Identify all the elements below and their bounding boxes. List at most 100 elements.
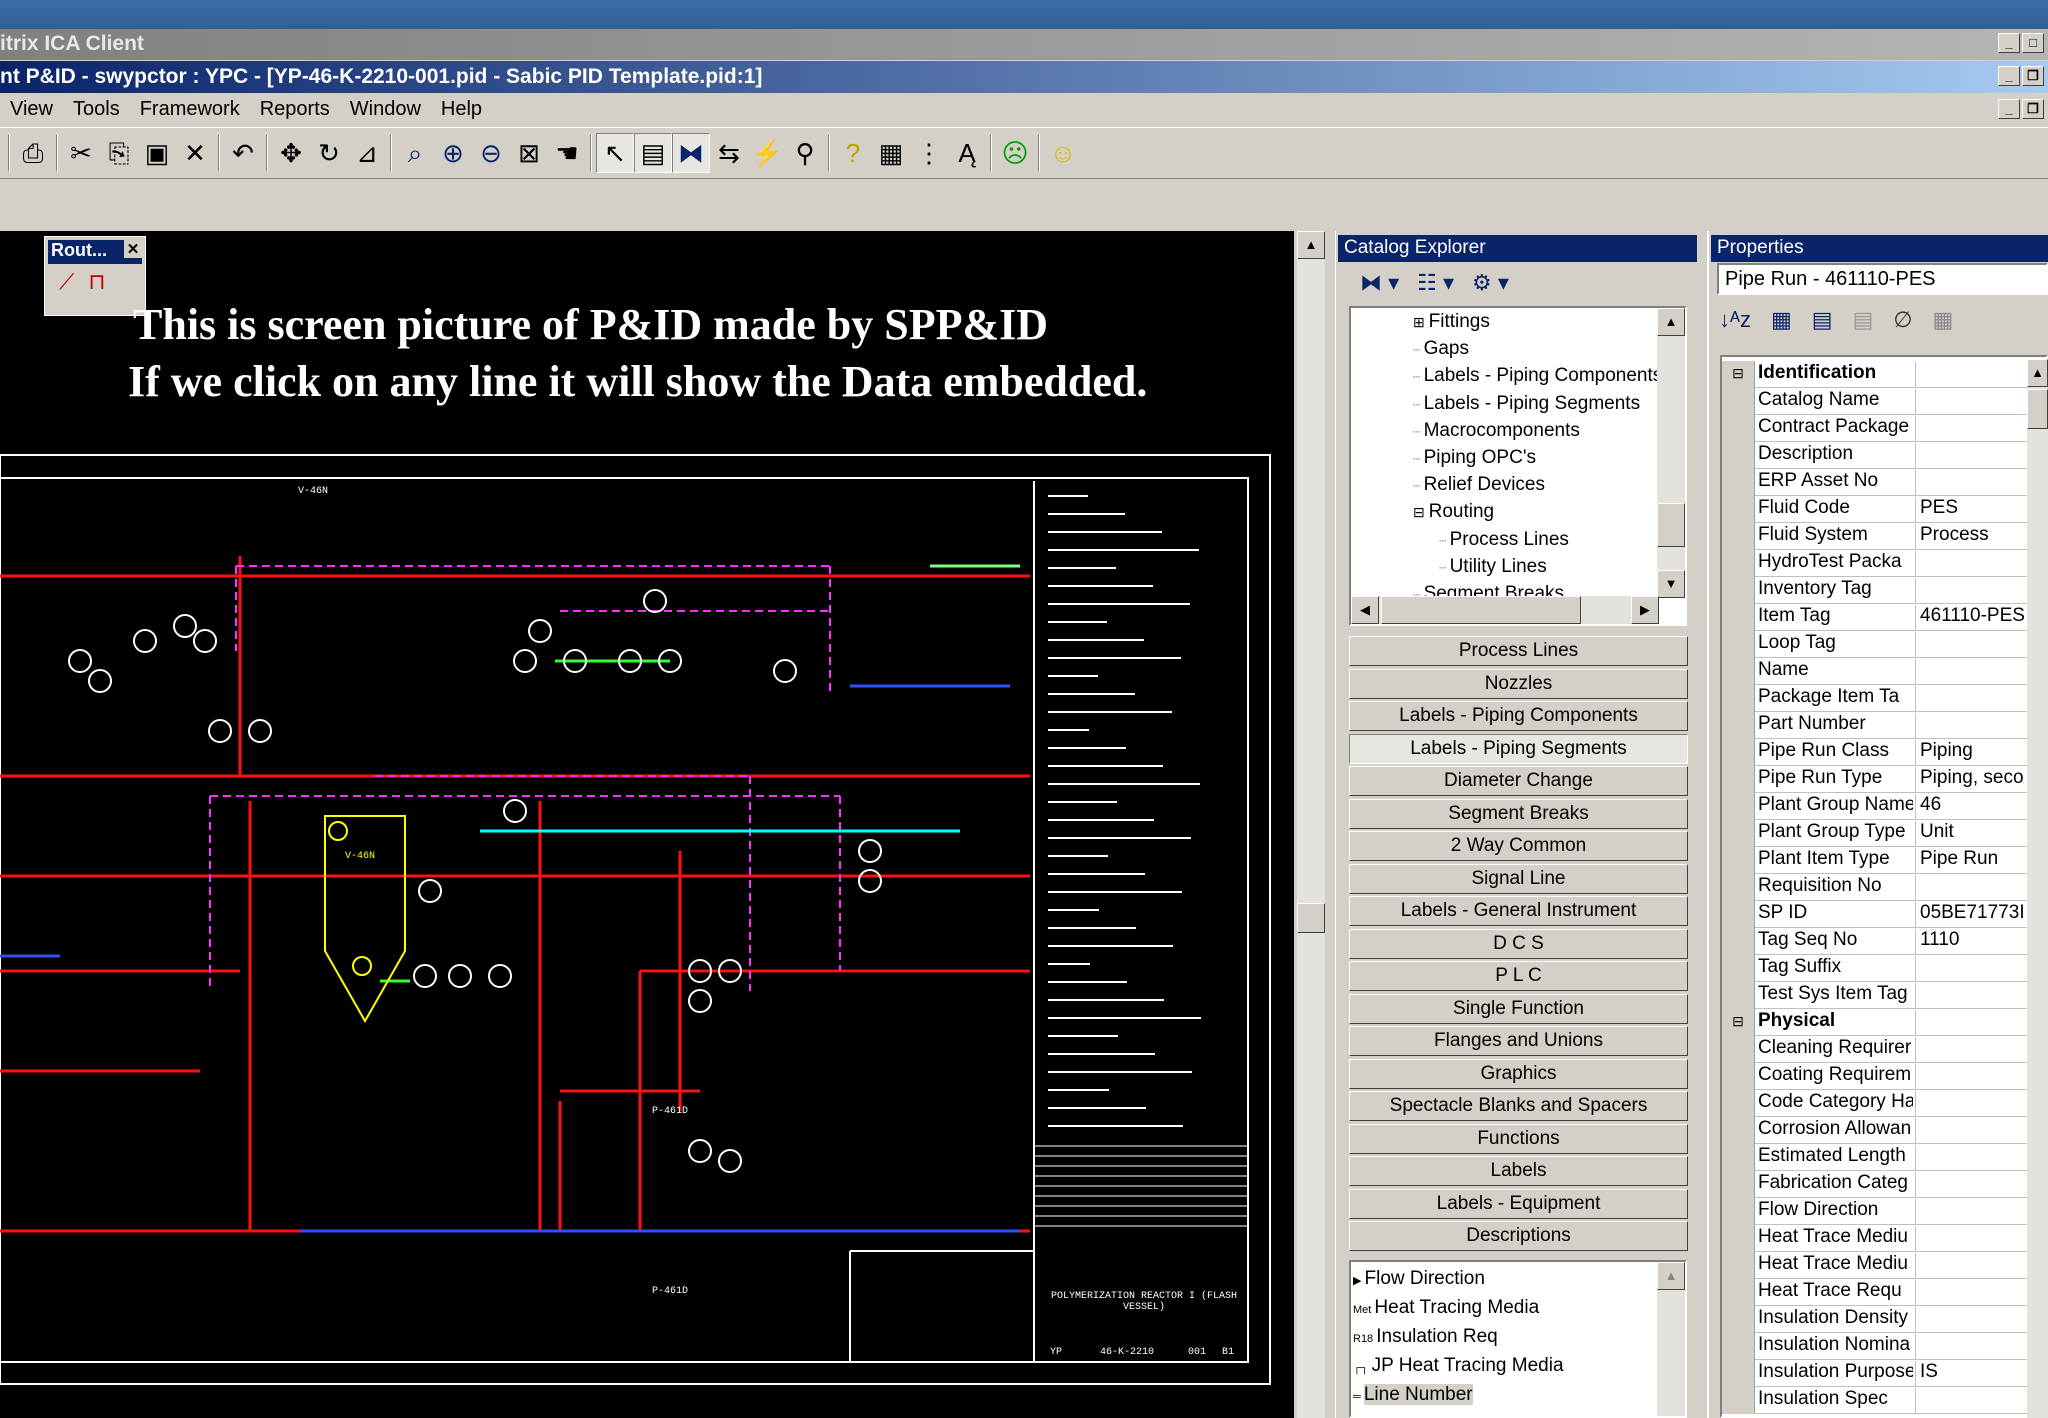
property-row[interactable]: Item Tag461110-PES	[1722, 604, 2027, 631]
list-view-icon[interactable]: ☷ ▾	[1417, 270, 1454, 296]
catalog-button[interactable]: Single Function	[1349, 994, 1688, 1024]
property-row[interactable]: Fluid CodePES	[1722, 496, 2027, 523]
undo-icon[interactable]: ↶	[224, 133, 262, 173]
property-value[interactable]	[1915, 1037, 2027, 1062]
property-row[interactable]: Heat Trace Requ	[1722, 1279, 2027, 1306]
catalog-item[interactable]: ┌┐ JP Heat Tracing Media	[1353, 1355, 1564, 1377]
property-value[interactable]	[1915, 1091, 2027, 1116]
equipment-symbol[interactable]	[249, 720, 271, 742]
property-row[interactable]: Description	[1722, 442, 2027, 469]
tree-item[interactable]: ┄ Labels - Piping Segments	[1413, 393, 1640, 415]
copy-icon[interactable]: ⎘	[100, 133, 138, 173]
equipment-symbol[interactable]	[449, 965, 471, 987]
mirror-icon[interactable]: ⊿	[348, 133, 386, 173]
scroll-up-button[interactable]: ▲	[2027, 359, 2048, 387]
equipment-symbol[interactable]	[504, 800, 526, 822]
property-value[interactable]: 461110-PES	[1915, 605, 2027, 630]
property-value[interactable]	[1915, 632, 2027, 657]
property-value[interactable]	[1915, 443, 2027, 468]
equipment-symbol[interactable]	[134, 630, 156, 652]
property-row[interactable]: Heat Trace Mediu	[1722, 1252, 2027, 1279]
pid-drawing[interactable]	[0, 231, 1294, 1418]
tree-item[interactable]: ⊞ Fittings	[1413, 311, 1490, 333]
delete-icon[interactable]: ✕	[176, 133, 214, 173]
tree-horizontal-scrollbar[interactable]: ◀ ▶	[1351, 596, 1659, 624]
property-value[interactable]	[1915, 1199, 2027, 1224]
zoom-in-icon[interactable]: ⊕	[434, 133, 472, 173]
menu-reports[interactable]: Reports	[250, 98, 340, 121]
property-value[interactable]: 1110	[1915, 929, 2027, 954]
property-row[interactable]: Insulation Nomina	[1722, 1333, 2027, 1360]
help-icon[interactable]: ?	[834, 133, 872, 173]
property-category[interactable]: ⊟Physical	[1722, 1009, 2027, 1036]
property-row[interactable]: ERP Asset No	[1722, 469, 2027, 496]
canvas-vertical-scrollbar[interactable]: ▲	[1297, 231, 1325, 1418]
catalog-item[interactable]: Met Heat Tracing Media	[1353, 1297, 1539, 1319]
catalog-button[interactable]: Signal Line	[1349, 864, 1688, 894]
list-vertical-scrollbar[interactable]: ▲	[1657, 1262, 1685, 1416]
catalog-button[interactable]: Labels - Piping Segments	[1349, 734, 1688, 764]
settings-icon[interactable]: ⚙ ▾	[1472, 270, 1509, 296]
insert-icon[interactable]: ⚡	[748, 133, 786, 173]
property-row[interactable]: Coating Requirem	[1722, 1063, 2027, 1090]
catalog-button[interactable]: Diameter Change	[1349, 766, 1688, 796]
property-row[interactable]: Fluid SystemProcess	[1722, 523, 2027, 550]
menu-view[interactable]: View	[0, 98, 63, 121]
property-row[interactable]: Requisition No	[1722, 874, 2027, 901]
property-row[interactable]: Pipe Run TypePiping, seco	[1722, 766, 2027, 793]
property-value[interactable]	[1915, 956, 2027, 981]
property-value[interactable]	[1915, 1145, 2027, 1170]
property-row[interactable]: Insulation Spec	[1722, 1387, 2027, 1414]
scroll-thumb[interactable]	[1657, 503, 1685, 547]
property-row[interactable]: Loop Tag	[1722, 631, 2027, 658]
property-row[interactable]: Insulation PurposeIS	[1722, 1360, 2027, 1387]
property-row[interactable]: HydroTest Packa	[1722, 550, 2027, 577]
minimize-button[interactable]: _	[1998, 66, 2020, 86]
smiley-icon[interactable]: ☺	[1044, 133, 1082, 173]
sort-az-icon[interactable]: ↓ᴬz	[1719, 307, 1751, 333]
property-value[interactable]	[1915, 1064, 2027, 1089]
scroll-right-button[interactable]: ▶	[1631, 596, 1659, 624]
equipment-symbol[interactable]	[194, 630, 216, 652]
route-icon[interactable]: ⇆	[710, 133, 748, 173]
scroll-thumb[interactable]	[1297, 903, 1325, 933]
property-row[interactable]: Plant Group TypeUnit	[1722, 820, 2027, 847]
property-row[interactable]: Test Sys Item Tag	[1722, 982, 2027, 1009]
property-row[interactable]: Part Number	[1722, 712, 2027, 739]
catalog-button[interactable]: Descriptions	[1349, 1221, 1688, 1251]
property-value[interactable]: Piping, seco	[1915, 767, 2027, 792]
tree-item[interactable]: ┄ Piping OPC's	[1413, 447, 1536, 469]
property-row[interactable]: Inventory Tag	[1722, 577, 2027, 604]
equipment-symbol[interactable]	[419, 880, 441, 902]
equipment-symbol[interactable]	[174, 615, 196, 637]
property-row[interactable]: Pipe Run ClassPiping	[1722, 739, 2027, 766]
property-value[interactable]	[1915, 416, 2027, 441]
close-icon[interactable]: ✕	[124, 240, 142, 258]
equipment-symbol[interactable]	[774, 660, 796, 682]
catalog-view-icon[interactable]: ⧓ ▾	[1360, 270, 1399, 296]
assembly-icon[interactable]: ⚲	[786, 133, 824, 173]
cut-icon[interactable]: ✂	[62, 133, 100, 173]
property-value[interactable]	[1915, 1253, 2027, 1278]
property-row[interactable]: Name	[1722, 658, 2027, 685]
minimize-button[interactable]: _	[1998, 99, 2020, 119]
route-orthogonal-icon[interactable]: ⊓	[88, 271, 105, 293]
equipment-symbol[interactable]	[414, 965, 436, 987]
property-row[interactable]: SP ID05BE71773I	[1722, 901, 2027, 928]
property-value[interactable]: Piping	[1915, 740, 2027, 765]
catalog-item[interactable]: R18 Insulation Req	[1353, 1326, 1498, 1348]
expand-icon[interactable]: ⊞	[1413, 314, 1429, 330]
tree-item[interactable]: ┄ Process Lines	[1439, 529, 1569, 551]
zoom-out-icon[interactable]: ⊖	[472, 133, 510, 173]
properties-scrollbar[interactable]: ▲	[2027, 359, 2048, 1418]
catalog-button[interactable]: Segment Breaks	[1349, 799, 1688, 829]
print-icon[interactable]: ⎙	[14, 133, 52, 173]
property-value[interactable]	[1915, 983, 2027, 1008]
equipment-symbol[interactable]	[859, 870, 881, 892]
tree-item[interactable]: ┄ Gaps	[1413, 338, 1469, 360]
properties-icon[interactable]: ▤	[634, 133, 672, 173]
property-row[interactable]: Insulation Density	[1722, 1306, 2027, 1333]
property-row[interactable]: Code Category Ha	[1722, 1090, 2027, 1117]
reactor-vessel[interactable]	[325, 816, 405, 1021]
catalog-icon[interactable]: ⧓	[672, 133, 710, 173]
